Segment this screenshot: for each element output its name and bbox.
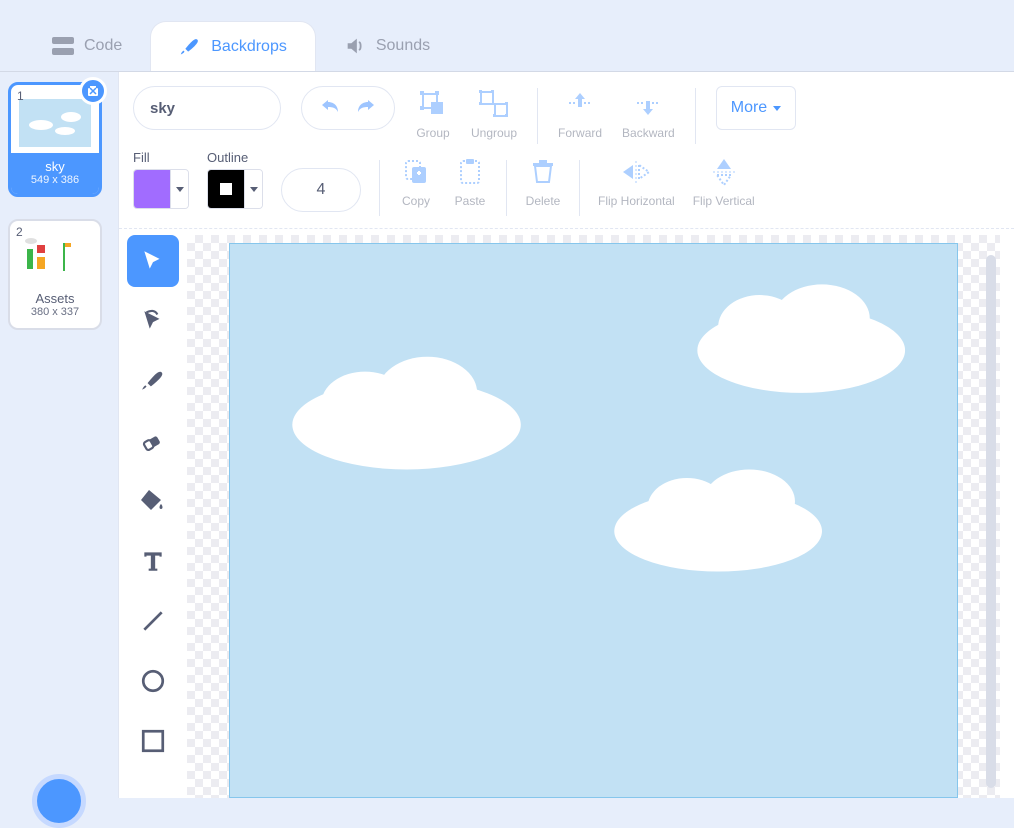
copy-label: Copy — [402, 194, 430, 208]
main-area: 1 sky 549 x 386 2 — [0, 72, 1014, 798]
backdrop-index: 1 — [17, 89, 24, 103]
paste-icon — [452, 154, 488, 190]
backdrop-name: Assets — [14, 291, 96, 306]
tab-backdrops[interactable]: Backdrops — [150, 21, 316, 71]
tab-backdrops-label: Backdrops — [211, 38, 287, 56]
brush-icon — [179, 36, 201, 58]
tool-brush[interactable] — [127, 355, 179, 407]
separator — [506, 160, 507, 216]
separator — [695, 88, 696, 144]
group-icon — [415, 86, 451, 122]
backdrop-dimensions: 380 x 337 — [14, 306, 96, 318]
backdrop-name: sky — [11, 159, 99, 174]
outline-width-value: 4 — [317, 181, 326, 199]
tab-code-label: Code — [84, 37, 122, 55]
more-label: More — [731, 99, 767, 117]
copy-icon — [398, 154, 434, 190]
blocks-icon — [52, 35, 74, 57]
undo-button[interactable] — [320, 98, 340, 119]
tab-sounds-label: Sounds — [376, 37, 430, 55]
add-backdrop-button[interactable] — [32, 774, 86, 828]
backdrop-list: 1 sky 549 x 386 2 — [0, 72, 118, 798]
vertical-scrollbar[interactable] — [986, 255, 996, 788]
caret-down-icon — [170, 170, 188, 208]
flip-horizontal-button[interactable]: Flip Horizontal — [598, 154, 675, 208]
tool-select[interactable] — [127, 235, 179, 287]
tool-circle[interactable] — [127, 655, 179, 707]
backdrop-dimensions: 549 x 386 — [11, 174, 99, 186]
forward-icon — [562, 86, 598, 122]
delete-button[interactable]: Delete — [525, 154, 561, 208]
caret-down-icon — [773, 106, 781, 111]
canvas-content — [229, 243, 958, 798]
toolbar-row-1: Group Ungroup Forward Backward — [119, 72, 1014, 148]
outline-color-picker[interactable] — [207, 169, 263, 209]
flip-vertical-icon — [706, 154, 742, 190]
outline-label: Outline — [207, 150, 263, 165]
redo-button[interactable] — [356, 98, 376, 119]
caret-down-icon — [244, 170, 262, 208]
ungroup-label: Ungroup — [471, 126, 517, 140]
flip-v-label: Flip Vertical — [693, 194, 755, 208]
outline-width-input[interactable]: 4 — [281, 168, 361, 212]
backdrop-thumb — [19, 99, 91, 147]
tool-reshape[interactable] — [127, 295, 179, 347]
fill-label: Fill — [133, 150, 189, 165]
backdrop-thumb — [19, 235, 91, 283]
outline-swatch — [208, 170, 244, 208]
forward-button[interactable]: Forward — [558, 86, 602, 140]
tool-rectangle[interactable] — [127, 715, 179, 767]
paste-label: Paste — [455, 194, 486, 208]
tool-text[interactable] — [127, 535, 179, 587]
fill-color-picker[interactable] — [133, 169, 189, 209]
toolbar-row-2: Fill Outline 4 — [119, 148, 1014, 229]
paint-editor: Group Ungroup Forward Backward — [118, 72, 1014, 798]
tool-column — [119, 229, 187, 798]
undo-redo-group — [301, 86, 395, 130]
backdrop-item-sky[interactable]: 1 sky 549 x 386 — [8, 82, 102, 197]
backward-label: Backward — [622, 126, 675, 140]
tool-eraser[interactable] — [127, 415, 179, 467]
ungroup-icon — [476, 86, 512, 122]
tool-fill[interactable] — [127, 475, 179, 527]
group-label: Group — [416, 126, 449, 140]
copy-button[interactable]: Copy — [398, 154, 434, 208]
tool-line[interactable] — [127, 595, 179, 647]
sound-icon — [344, 35, 366, 57]
paste-button[interactable]: Paste — [452, 154, 488, 208]
delete-backdrop-button[interactable] — [79, 77, 107, 105]
paint-canvas[interactable] — [187, 235, 1000, 798]
ungroup-button[interactable]: Ungroup — [471, 86, 517, 140]
more-button[interactable]: More — [716, 86, 796, 130]
tab-sounds[interactable]: Sounds — [316, 21, 458, 71]
backdrop-name-input[interactable] — [133, 86, 281, 130]
separator — [537, 88, 538, 144]
fill-swatch — [134, 170, 170, 208]
trash-icon — [525, 154, 561, 190]
separator — [579, 160, 580, 216]
separator — [379, 160, 380, 216]
tab-bar: Code Backdrops Sounds — [0, 0, 1014, 72]
group-button[interactable]: Group — [415, 86, 451, 140]
backward-icon — [630, 86, 666, 122]
flip-vertical-button[interactable]: Flip Vertical — [693, 154, 755, 208]
flip-h-label: Flip Horizontal — [598, 194, 675, 208]
flip-horizontal-icon — [618, 154, 654, 190]
backward-button[interactable]: Backward — [622, 86, 675, 140]
backdrop-index: 2 — [16, 225, 23, 239]
backdrop-item-assets[interactable]: 2 Assets 380 x 337 — [8, 219, 102, 330]
delete-label: Delete — [526, 194, 561, 208]
forward-label: Forward — [558, 126, 602, 140]
canvas-area — [119, 229, 1014, 798]
tab-code[interactable]: Code — [24, 21, 150, 71]
